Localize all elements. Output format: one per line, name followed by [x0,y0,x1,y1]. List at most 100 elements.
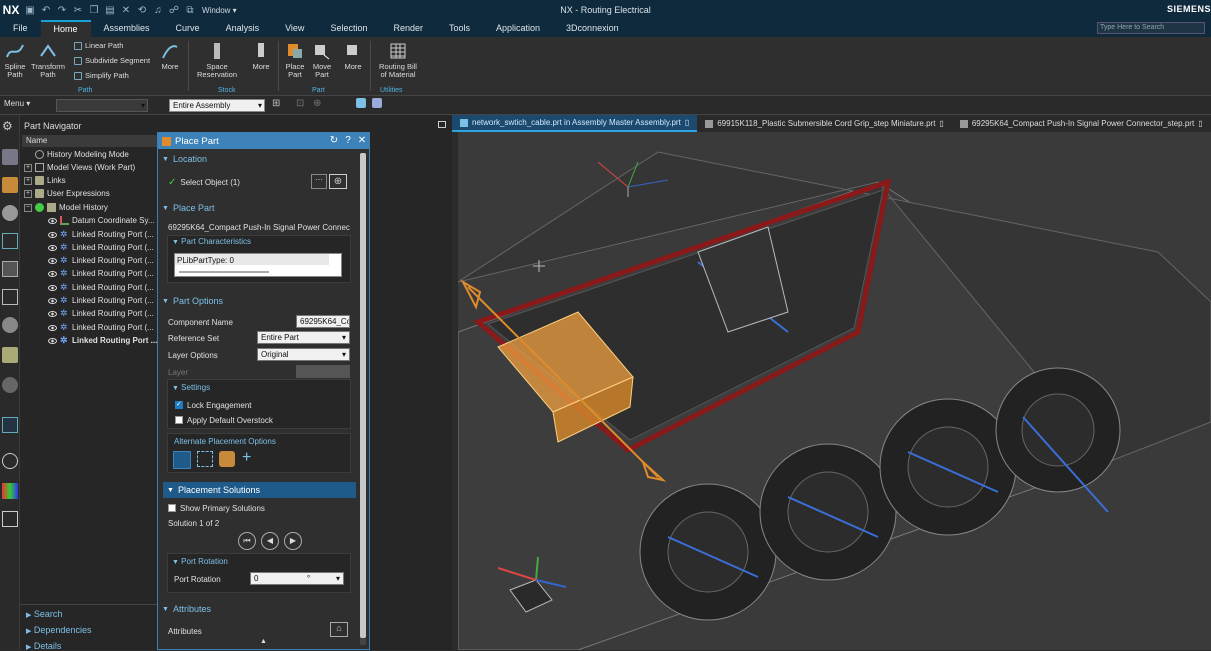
subdivide-segment-button[interactable]: Subdivide Segment [74,56,150,65]
select-object-row[interactable]: ✓ Select Object (1) [168,177,240,188]
menu-selection[interactable]: Selection [317,20,380,37]
tree-row[interactable]: + User Expressions [24,187,110,200]
more-stock-button[interactable]: More [249,41,273,71]
expand-icon[interactable]: + [24,163,32,172]
crosshair-icon[interactable]: ⊕ [329,174,347,189]
component-icon[interactable] [372,98,382,108]
collapse-icon[interactable]: − [24,203,32,212]
eye-icon[interactable] [48,310,57,317]
clock-icon[interactable] [2,453,18,469]
system-scenes-icon[interactable] [2,511,18,527]
next-solution-icon[interactable]: ▶ [284,532,302,550]
menu-render[interactable]: Render [380,20,436,37]
dialog-scrollbar[interactable] [360,153,366,645]
tree-row[interactable]: ✲ Linked Routing Port (... [48,307,154,320]
tree-row[interactable]: ✲ Linked Routing Port (... [48,228,154,241]
paste-icon[interactable]: ▤ [102,0,118,20]
close-icon[interactable]: ✕ [356,135,368,147]
tab-connector[interactable]: 69295K64_Compact Push-In Signal Power Co… [952,115,1211,132]
part-characteristics-section[interactable]: ▼ Part Characteristics [172,237,251,246]
tree-row[interactable]: ✲ Linked Routing Port (... [48,321,154,334]
eye-icon[interactable] [48,231,57,238]
simplify-path-button[interactable]: Simplify Path [74,71,129,80]
window-menu[interactable]: Window ▾ [202,6,237,15]
part-navigator-icon[interactable] [2,205,18,221]
scroll-up-icon[interactable]: ▲ [260,638,267,645]
more-part-button[interactable]: More [341,41,365,71]
menu-assemblies[interactable]: Assemblies [91,20,163,37]
touch-mode-icon[interactable]: ☍ [166,0,182,20]
select-all-icon[interactable]: ⊡ [296,98,304,109]
tree-row[interactable]: ✲ Linked Routing Port (... [48,294,154,307]
repeat-command-icon[interactable]: ⟲ [134,0,150,20]
expand-icon[interactable]: + [24,189,32,198]
tree-row[interactable]: ✲ Linked Routing Port (... [48,281,154,294]
tree-row[interactable]: + Model Views (Work Part) [24,161,135,174]
expand-icon[interactable]: + [24,176,32,185]
spline-path-button[interactable]: Spline Path [3,41,27,79]
process-studio-icon[interactable] [2,347,18,363]
apply-default-overstock-checkbox[interactable] [175,416,183,424]
snap-icon[interactable]: ⊕ [313,98,321,109]
redo-icon[interactable]: ↷ [54,0,70,20]
eye-icon[interactable] [48,257,57,264]
assembly-navigator-icon[interactable] [2,149,18,165]
tag-icon[interactable]: ⌂ [330,622,348,637]
eye-icon[interactable] [48,297,57,304]
selection-scope-select[interactable]: Entire Assembly [169,99,265,112]
menu-button[interactable]: Menu ▾ [4,99,30,108]
search-input[interactable]: Type Here to Search [1097,22,1205,34]
roles-icon[interactable] [2,417,18,433]
tree-row[interactable]: ✲ Linked Routing Port ... [48,334,157,347]
eye-icon[interactable] [48,270,57,277]
manufacturing-wizard-icon[interactable] [2,377,18,393]
switch-window-icon[interactable]: ⧉ [182,0,198,20]
hd3d-tools-icon[interactable] [2,261,18,277]
tab-cord-grip[interactable]: 69915K118_Plastic Submersible Cord Grip_… [697,115,952,132]
reuse-library-icon[interactable] [2,233,18,249]
previous-solution-icon[interactable]: ◀ [261,532,279,550]
column-header-name[interactable]: Name [22,135,178,147]
menu-analysis[interactable]: Analysis [213,20,273,37]
menu-3dconnexion[interactable]: 3Dconnexion [553,20,632,37]
constraint-navigator-icon[interactable] [2,177,18,193]
transform-path-button[interactable]: Transform Path [30,41,66,79]
eye-icon[interactable] [48,337,57,344]
delete-icon[interactable]: ✕ [118,0,134,20]
cut-icon[interactable]: ✂ [70,0,86,20]
menu-application[interactable]: Application [483,20,553,37]
close-tab-icon[interactable]: ▯ [685,114,689,131]
copy-icon[interactable]: ❐ [86,0,102,20]
list-scrollbar[interactable] [179,271,269,273]
placement-option-2-icon[interactable] [197,451,213,467]
undo-icon[interactable]: ↶ [38,0,54,20]
filter-icon[interactable]: ⊞ [272,98,280,109]
eye-icon[interactable] [48,244,57,251]
first-solution-icon[interactable]: ⏮ [238,532,256,550]
show-primary-solutions-checkbox[interactable] [168,504,176,512]
close-tab-icon[interactable]: ▯ [939,115,943,132]
menu-curve[interactable]: Curve [163,20,213,37]
attributes-section[interactable]: ▼ Attributes [162,604,356,614]
tree-row[interactable]: History Modeling Mode [24,148,129,161]
add-placement-icon[interactable]: + [242,449,251,467]
tree-row[interactable]: Datum Coordinate Sy... [48,214,155,227]
eye-icon[interactable] [48,324,57,331]
dependencies-section[interactable]: ▶ Dependencies [26,625,91,635]
tree-row[interactable]: ✲ Linked Routing Port (... [48,254,154,267]
menu-home[interactable]: Home [40,20,91,37]
cad-model-view[interactable] [458,132,1211,650]
part-options-section[interactable]: ▼ Part Options [162,296,356,306]
graphics-viewport[interactable] [458,132,1211,650]
search-section[interactable]: ▶ Search [26,609,62,619]
eye-icon[interactable] [48,284,57,291]
lock-engagement-checkbox[interactable] [175,400,183,409]
space-reservation-button[interactable]: Space Reservation [193,41,241,79]
web-browser-icon[interactable] [2,289,18,305]
gear-icon[interactable]: ⚙ [2,119,18,135]
placement-option-1-icon[interactable] [173,451,191,469]
move-part-button[interactable]: Move Part [310,41,334,79]
menu-file[interactable]: File [0,20,41,37]
reset-icon[interactable]: ↻ [328,135,340,147]
assembly-icon[interactable] [356,98,366,108]
